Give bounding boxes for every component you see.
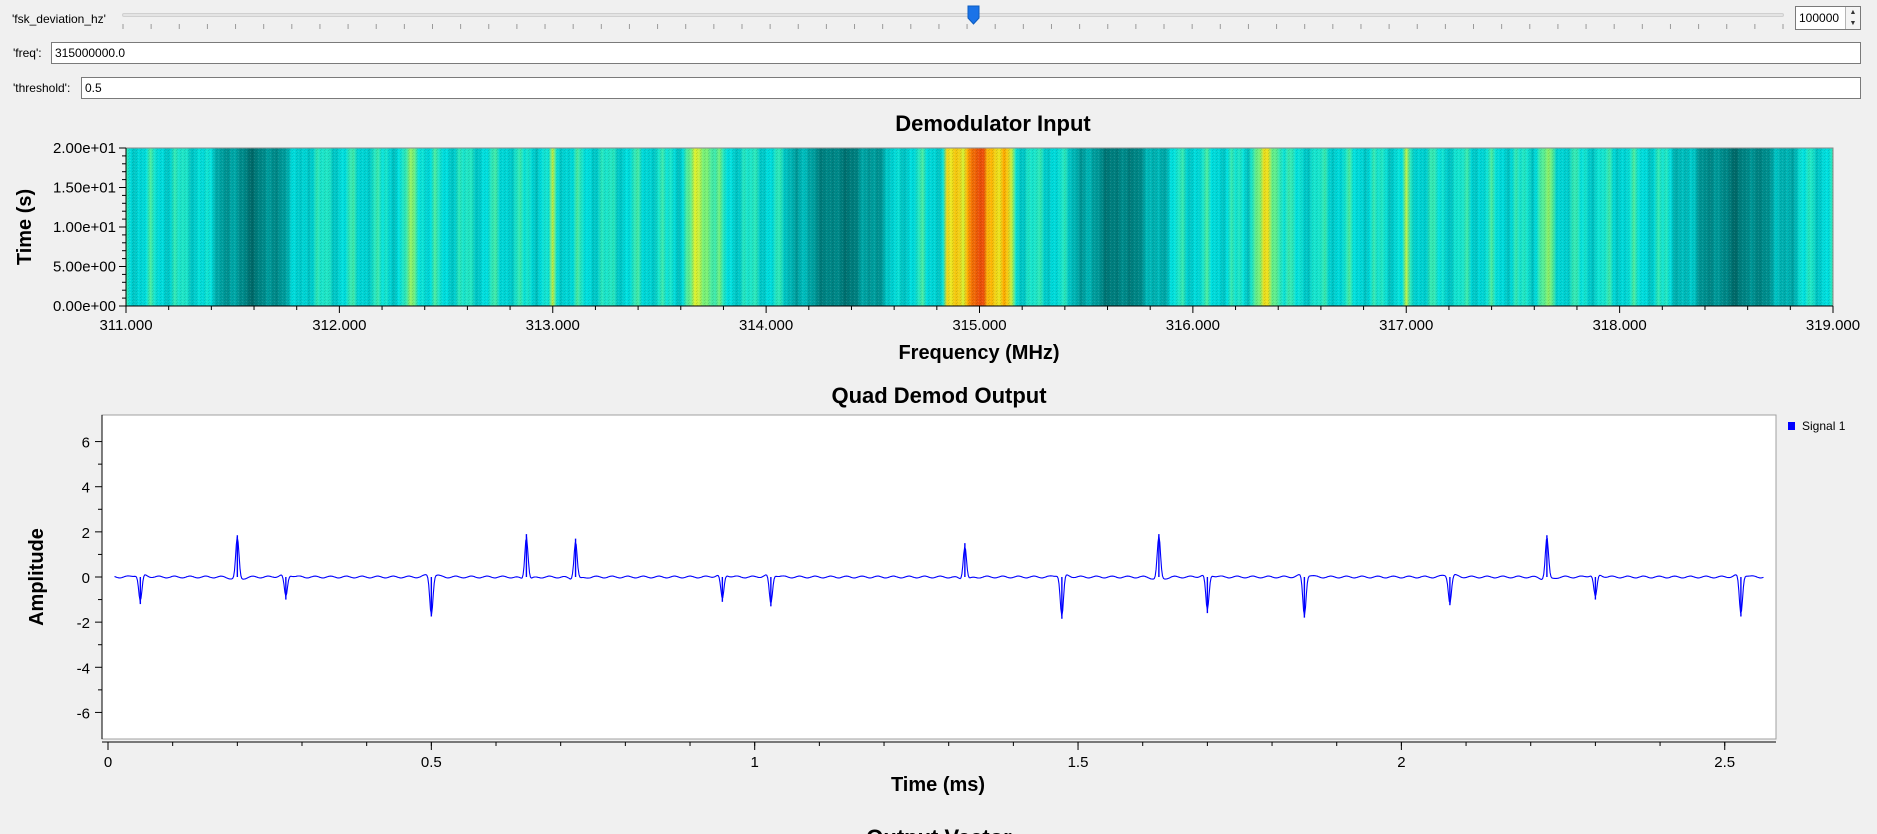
wf-x-tick-label: 314.000 — [739, 317, 793, 334]
tp-x-tick-label: 1 — [751, 754, 759, 771]
tp-y-tick-label: -4 — [77, 660, 90, 677]
tp-x-tick-label: 2 — [1397, 754, 1405, 771]
tp-y-tick-label: 0 — [82, 570, 90, 587]
wf-y-tick-label: 2.00e+01 — [53, 140, 116, 157]
timeplot-y-axis: 6 4 2 0 -2 -4 -6 — [77, 415, 103, 739]
wf-x-tick-label: 319.000 — [1806, 317, 1860, 334]
waterfall-xlabel: Frequency (MHz) — [898, 342, 1059, 364]
waterfall-ylabel: Time (s) — [14, 189, 36, 265]
tp-x-tick-label: 0 — [104, 754, 112, 771]
legend-label: Signal 1 — [1802, 419, 1846, 433]
plots-area: Demodulator Input 311.000 312.000 313.000 3… — [14, 111, 1860, 834]
tp-x-tick-label: 1.5 — [1068, 754, 1089, 771]
timeplot-ylabel: Amplitude — [26, 528, 48, 626]
tp-y-tick-label: 2 — [82, 525, 90, 542]
wf-x-tick-label: 315.000 — [952, 317, 1006, 334]
wf-x-tick-label: 318.000 — [1593, 317, 1647, 334]
wf-x-tick-label: 313.000 — [526, 317, 580, 334]
tp-x-tick-label: 0.5 — [421, 754, 442, 771]
timeplot-xlabel: Time (ms) — [891, 774, 985, 796]
tp-y-tick-label: 4 — [82, 480, 90, 497]
waterfall-title: Demodulator Input — [895, 111, 1091, 136]
wf-x-tick-label: 312.000 — [312, 317, 366, 334]
wf-y-tick-label: 5.00e+00 — [53, 259, 116, 276]
timeplot-canvas[interactable] — [101, 414, 1777, 740]
tp-x-tick-label: 2.5 — [1714, 754, 1735, 771]
wf-x-tick-label: 311.000 — [99, 317, 152, 334]
waterfall-x-axis: 311.000 312.000 313.000 314.000 315.000 316.0… — [99, 305, 1860, 334]
timeplot-title: Quad Demod Output — [831, 383, 1047, 408]
waterfall-y-axis: 0.00e+00 5.00e+00 1.00e+01 1.50e+01 2.00e+01 — [53, 140, 127, 315]
wf-y-tick-label: 1.50e+01 — [53, 180, 116, 197]
tp-y-tick-label: -6 — [77, 705, 90, 722]
wf-x-tick-label: 317.000 — [1379, 317, 1433, 334]
wf-x-tick-label: 316.000 — [1166, 317, 1220, 334]
wf-y-tick-label: 1.00e+01 — [53, 219, 116, 236]
wf-y-tick-label: 0.00e+00 — [53, 298, 116, 315]
output-vector-title: Output Vector — [866, 825, 1012, 834]
waterfall-texture — [126, 148, 1833, 306]
tp-y-tick-label: 6 — [82, 435, 90, 452]
tp-y-tick-label: -2 — [77, 615, 90, 632]
legend-swatch — [1788, 422, 1795, 430]
timeplot-x-axis: 0 0.5 1 1.5 2 2.5 — [102, 741, 1776, 771]
